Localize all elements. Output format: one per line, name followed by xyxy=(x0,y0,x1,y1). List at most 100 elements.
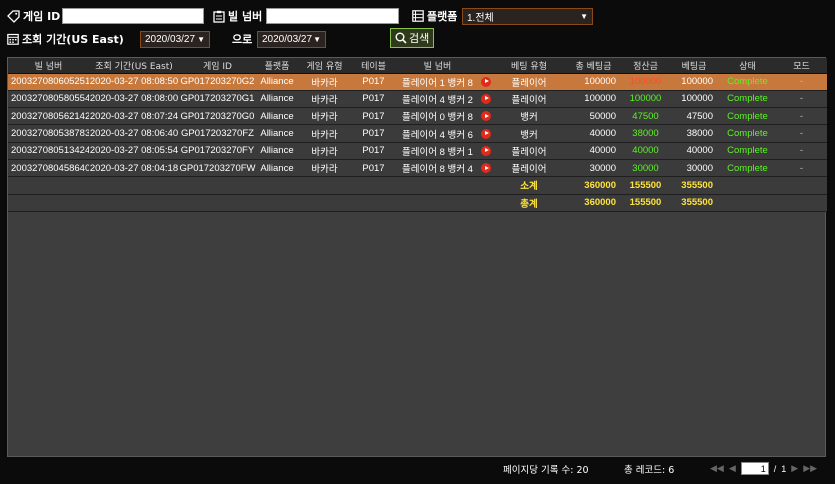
play-icon[interactable] xyxy=(481,93,491,104)
bill-no-label: 빌 넘버 xyxy=(213,8,262,24)
play-icon[interactable] xyxy=(481,163,491,174)
first-page-icon[interactable]: ◀◀ xyxy=(710,463,724,474)
game-id-input[interactable] xyxy=(62,8,204,24)
cell-bet: 30000 xyxy=(669,159,719,178)
date-from-picker[interactable]: 2020/03/27 ▼ xyxy=(140,31,210,48)
col-header-game-type[interactable]: 게임 유형 xyxy=(298,58,351,74)
page-separator: / xyxy=(773,463,777,474)
subtotal-row: 소계 360000 155500 355500 xyxy=(8,176,827,195)
dropdown-arrow-icon: ▼ xyxy=(313,35,321,44)
cell-game-type: 바카라 xyxy=(298,90,351,109)
col-header-table[interactable]: 테이블 xyxy=(351,58,396,74)
cell-bet: 100000 xyxy=(669,73,719,91)
table-header-row: 빌 넘버 조회 기간(US East) 게임 ID 플랫폼 게임 유형 테이블 … xyxy=(8,58,827,74)
table-row[interactable]: 200327080562142 2020-03-27 08:07:24 GP01… xyxy=(8,107,827,126)
col-header-settle[interactable]: 정산금 xyxy=(622,58,669,74)
cell-total-bet: 100000 xyxy=(565,73,622,91)
cell-game-id: GP017203270G1 xyxy=(179,90,256,109)
cell-bet: 100000 xyxy=(669,90,719,109)
subtotal-total-bet: 360000 xyxy=(565,176,622,195)
play-icon[interactable] xyxy=(481,76,491,87)
cell-bill-no: 200327080605251 xyxy=(8,73,89,91)
table-row[interactable]: 200327080538783 2020-03-27 08:06:40 GP01… xyxy=(8,124,827,143)
col-header-game-id[interactable]: 게임 ID xyxy=(179,58,256,74)
cell-bet-type: 뱅커 xyxy=(493,124,565,143)
date-to-picker[interactable]: 2020/03/27 ▼ xyxy=(257,31,326,48)
cell-status: Complete xyxy=(719,73,776,91)
platform-select[interactable]: 1.전체 ▼ xyxy=(462,8,593,25)
total-label: 총계 xyxy=(493,194,565,212)
cell-bet: 40000 xyxy=(669,142,719,160)
cell-game-type: 바카라 xyxy=(298,107,351,126)
col-header-bill-desc[interactable]: 빌 넘버 xyxy=(396,58,479,74)
list-icon xyxy=(412,10,424,22)
cell-platform: Alliance xyxy=(256,73,298,91)
page-input[interactable]: 1 xyxy=(740,462,769,475)
total-settle: 155500 xyxy=(622,194,669,212)
cell-replay[interactable] xyxy=(479,73,493,91)
cell-bet-type: 플레이어 xyxy=(493,73,565,91)
cell-replay[interactable] xyxy=(479,124,493,143)
total-records: 총 레코드: 6 xyxy=(624,465,675,476)
cell-platform: Alliance xyxy=(256,142,298,160)
cell-replay[interactable] xyxy=(479,142,493,160)
bill-no-input[interactable] xyxy=(266,8,399,24)
col-header-bill-no[interactable]: 빌 넘버 xyxy=(8,58,89,74)
next-page-icon[interactable]: ▶ xyxy=(791,463,798,474)
cell-settle: 47500 xyxy=(622,107,669,126)
table-row[interactable]: 200327080458640 2020-03-27 08:04:18 GP01… xyxy=(8,159,827,178)
cell-total-bet: 50000 xyxy=(565,107,622,126)
results-grid: 빌 넘버 조회 기간(US East) 게임 ID 플랫폼 게임 유형 테이블 … xyxy=(7,57,827,457)
cell-game-type: 바카라 xyxy=(298,142,351,160)
col-header-bet[interactable]: 베팅금 xyxy=(669,58,719,74)
cell-settle: 100000 xyxy=(622,73,669,91)
cell-game-type: 바카라 xyxy=(298,73,351,91)
play-icon[interactable] xyxy=(481,111,491,122)
cell-mode: - xyxy=(776,159,827,178)
cell-settle: 38000 xyxy=(622,124,669,143)
search-button[interactable]: 검색 xyxy=(390,28,435,48)
col-header-platform[interactable]: 플랫폼 xyxy=(256,58,298,74)
col-header-period[interactable]: 조회 기간(US East) xyxy=(89,58,179,74)
cell-time: 2020-03-27 08:07:24 xyxy=(89,107,179,126)
cell-total-bet: 100000 xyxy=(565,90,622,109)
cell-table: P017 xyxy=(351,124,396,143)
cell-game-id: GP017203270G0 xyxy=(179,107,256,126)
cell-platform: Alliance xyxy=(256,159,298,178)
col-header-bet-type[interactable]: 베팅 유형 xyxy=(493,58,565,74)
cell-settle: 100000 xyxy=(622,90,669,109)
cell-mode: - xyxy=(776,107,827,126)
cell-replay[interactable] xyxy=(479,107,493,126)
cell-bet: 47500 xyxy=(669,107,719,126)
cell-bet-type: 플레이어 xyxy=(493,90,565,109)
cell-bill-desc: 플레이어 1 뱅커 8 xyxy=(396,73,479,91)
play-icon[interactable] xyxy=(481,145,491,156)
cell-bill-no: 200327080538783 xyxy=(8,124,89,143)
cell-time: 2020-03-27 08:06:40 xyxy=(89,124,179,143)
results-table: 빌 넘버 조회 기간(US East) 게임 ID 플랫폼 게임 유형 테이블 … xyxy=(8,58,827,212)
col-header-total-bet[interactable]: 총 베팅금 xyxy=(565,58,622,74)
cell-time: 2020-03-27 08:08:00 xyxy=(89,90,179,109)
cell-bill-desc: 플레이어 4 뱅커 2 xyxy=(396,90,479,109)
cell-platform: Alliance xyxy=(256,107,298,126)
table-row[interactable]: 200327080605251 2020-03-27 08:08:50 GP01… xyxy=(8,73,827,91)
col-header-replay xyxy=(479,58,493,74)
cell-table: P017 xyxy=(351,159,396,178)
cell-replay[interactable] xyxy=(479,159,493,178)
cell-bill-desc: 플레이어 8 뱅커 1 xyxy=(396,142,479,160)
table-row[interactable]: 200327080513424 2020-03-27 08:05:54 GP01… xyxy=(8,142,827,160)
col-header-mode[interactable]: 모드 xyxy=(776,58,827,74)
cell-platform: Alliance xyxy=(256,124,298,143)
cell-time: 2020-03-27 08:05:54 xyxy=(89,142,179,160)
cell-status: Complete xyxy=(719,159,776,178)
cell-time: 2020-03-27 08:08:50 xyxy=(89,73,179,91)
cell-replay[interactable] xyxy=(479,90,493,109)
total-row: 총계 360000 155500 355500 xyxy=(8,194,827,212)
prev-page-icon[interactable]: ◀ xyxy=(729,463,736,474)
game-id-label: 게임 ID xyxy=(7,8,60,24)
table-row[interactable]: 200327080580554 2020-03-27 08:08:00 GP01… xyxy=(8,90,827,109)
col-header-status[interactable]: 상태 xyxy=(719,58,776,74)
last-page-icon[interactable]: ▶▶ xyxy=(803,463,817,474)
play-icon[interactable] xyxy=(481,128,491,139)
cell-total-bet: 40000 xyxy=(565,124,622,143)
